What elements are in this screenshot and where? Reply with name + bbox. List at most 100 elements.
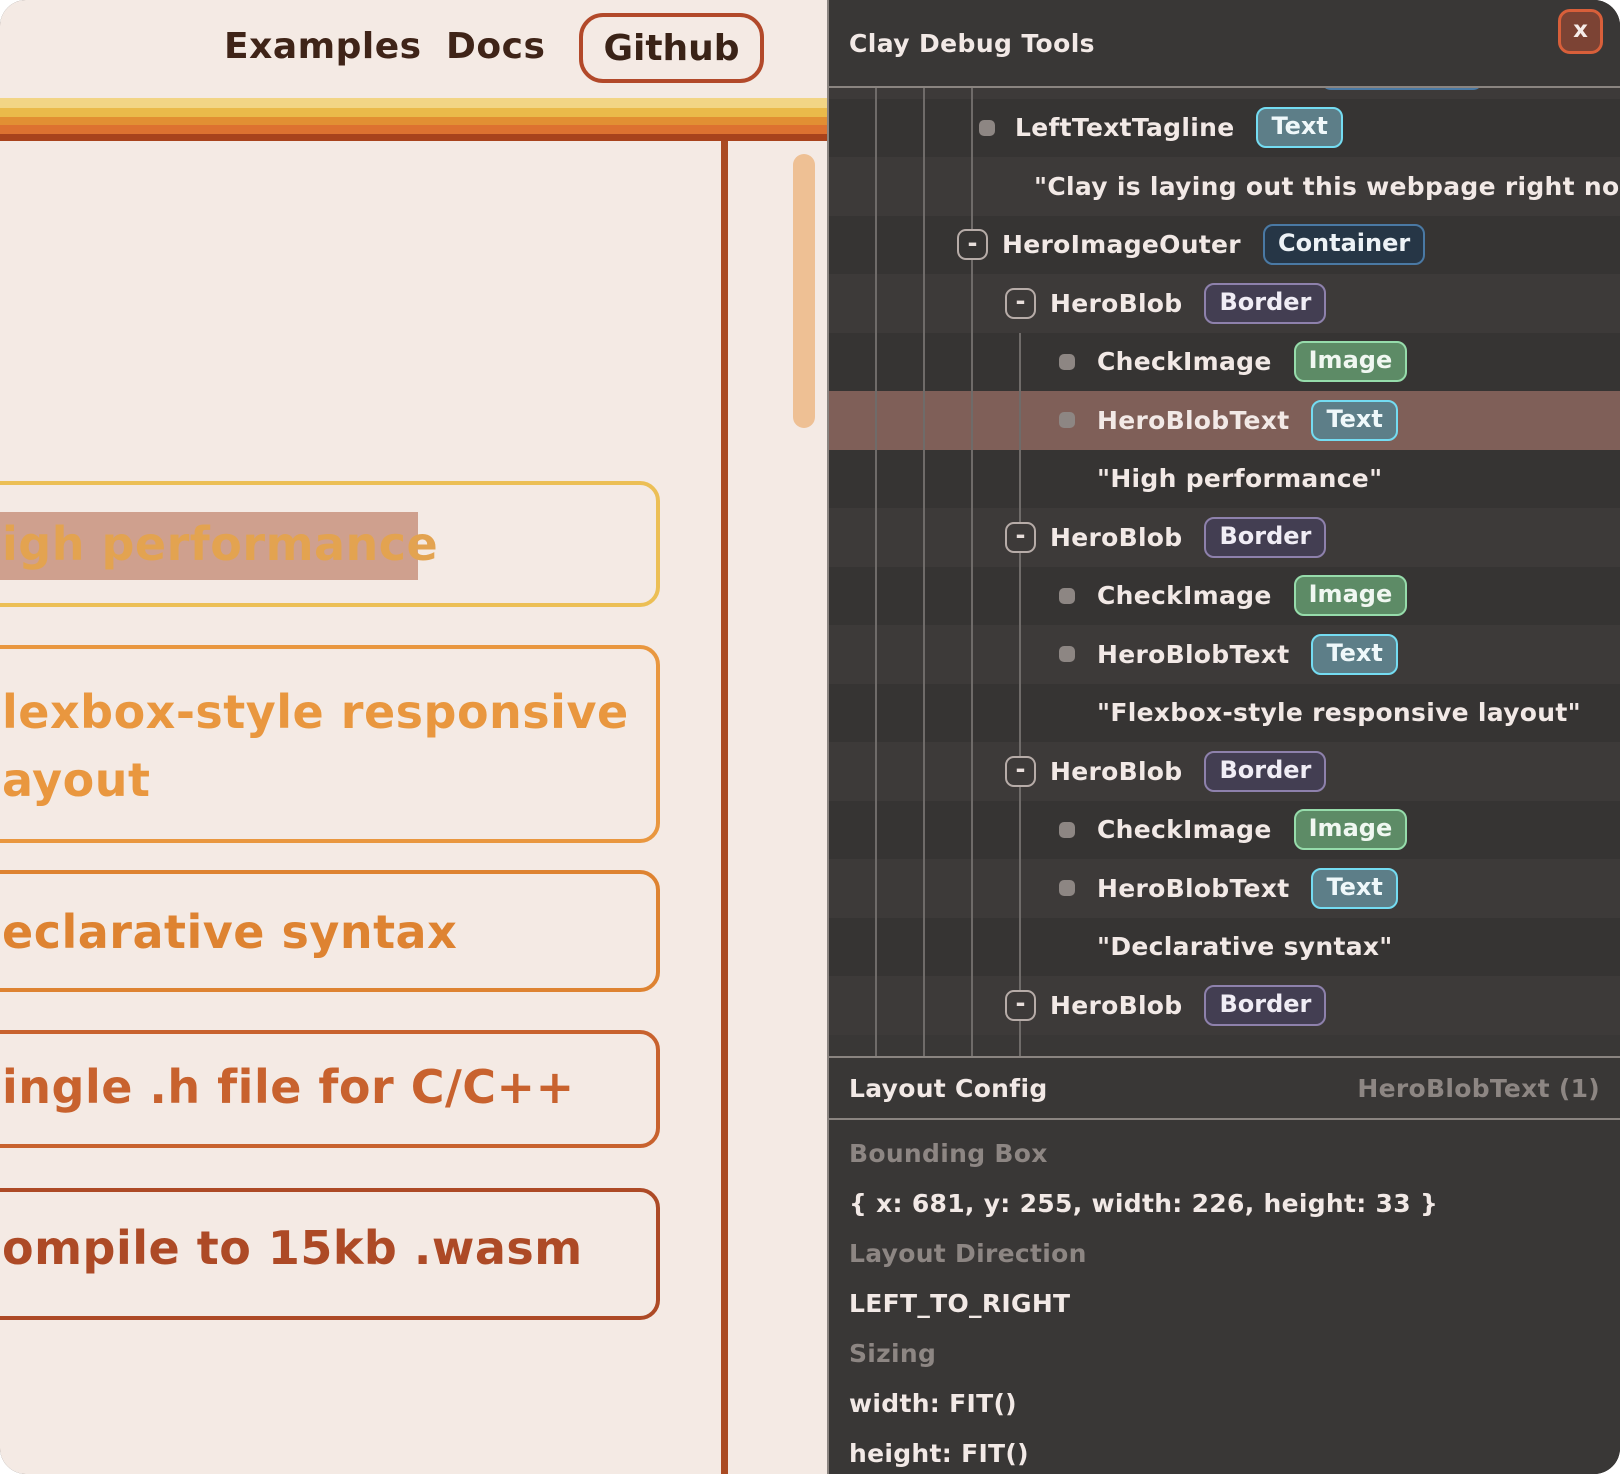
tree-row[interactable]: - HeroImageOuter Container (829, 216, 1620, 275)
node-label: HeroBlobText (1097, 640, 1289, 669)
layout-config-header: Layout Config HeroBlobText (1) (829, 1058, 1620, 1120)
type-tag-text: Text (1311, 400, 1397, 441)
tree-quote-row: "Clay is laying out this webpage right n… (829, 157, 1620, 216)
type-tag-text: Text (1256, 107, 1342, 148)
tree-row[interactable]: HeroBlobText Text (829, 859, 1620, 918)
bullet-icon (1059, 880, 1075, 896)
page-scrollbar-thumb[interactable] (793, 154, 815, 428)
node-label: CheckImage (1097, 347, 1272, 376)
tree-row[interactable]: HeroBlobText Text (829, 625, 1620, 684)
collapse-button[interactable]: - (1005, 288, 1036, 319)
stripe-band (0, 108, 827, 117)
sizing-width-value: width: FIT() (849, 1378, 1620, 1428)
tree-quote-row: "High performance" (829, 450, 1620, 509)
page-navbar: Examples Docs Github (0, 0, 827, 98)
type-tag-container: Container (1263, 224, 1425, 265)
tree-row[interactable]: LandingPageSpacer Container (829, 88, 1620, 99)
type-tag-text: Text (1311, 868, 1397, 909)
collapse-button[interactable]: - (957, 229, 988, 260)
collapse-button[interactable]: - (1005, 990, 1036, 1021)
gradient-stripe (0, 98, 827, 141)
debug-panel: Clay Debug Tools x LandingPageSpacer Con… (827, 0, 1620, 1474)
type-tag-text: Text (1311, 634, 1397, 675)
node-label: HeroImageOuter (1002, 230, 1241, 259)
card-text: lexbox-style responsive ayout (2, 678, 629, 814)
card-text-line: lexbox-style responsive (2, 678, 629, 746)
card-text: igh performance (2, 517, 438, 571)
text-content: "High performance" (1097, 464, 1382, 493)
tree-row[interactable]: - HeroBlob Border (829, 976, 1620, 1035)
bullet-icon (1059, 646, 1075, 662)
type-tag-border: Border (1204, 751, 1326, 792)
type-tag-image: Image (1294, 809, 1408, 850)
type-tag-border: Border (1204, 985, 1326, 1026)
node-label: HeroBlobText (1097, 874, 1289, 903)
element-tree: LandingPageSpacer Container LeftTextTagl… (829, 88, 1620, 1056)
tree-row[interactable]: - HeroBlob Border (829, 274, 1620, 333)
card-text: ompile to 15kb .wasm (2, 1221, 583, 1275)
bounding-box-value: { x: 681, y: 255, width: 226, height: 33… (849, 1178, 1620, 1228)
page-vertical-divider (721, 141, 728, 1474)
bullet-icon (1059, 354, 1075, 370)
bullet-icon (1059, 588, 1075, 604)
panel-title: Clay Debug Tools (849, 29, 1095, 58)
type-tag-container: Container (1321, 88, 1483, 90)
card-text-line: ayout (2, 746, 629, 814)
type-tag-border: Border (1204, 517, 1326, 558)
type-tag-image: Image (1294, 575, 1408, 616)
indent-guide-line (875, 88, 877, 1056)
indent-guide-line (1019, 333, 1021, 1056)
indent-guide-line (923, 88, 925, 1056)
tree-row[interactable]: CheckImage Image (829, 567, 1620, 626)
github-button[interactable]: Github (579, 13, 764, 83)
layout-direction-value: LEFT_TO_RIGHT (849, 1278, 1620, 1328)
text-content: "Clay is laying out this webpage right n… (1034, 172, 1620, 201)
card-text: eclarative syntax (2, 905, 457, 959)
bullet-icon (1059, 412, 1075, 428)
node-label: CheckImage (1097, 815, 1272, 844)
node-label: HeroBlob (1050, 289, 1182, 318)
element-tree-rows: LandingPageSpacer Container LeftTextTagl… (829, 88, 1620, 1035)
node-label: CheckImage (1097, 581, 1272, 610)
tree-row[interactable]: - HeroBlob Border (829, 742, 1620, 801)
tree-row[interactable]: CheckImage Image (829, 333, 1620, 392)
text-content: "Flexbox-style responsive layout" (1097, 698, 1581, 727)
collapse-button[interactable]: - (1005, 756, 1036, 787)
debug-panel-header: Clay Debug Tools x (829, 0, 1620, 88)
tree-row[interactable]: CheckImage Image (829, 801, 1620, 860)
bounding-box-label: Bounding Box (849, 1128, 1620, 1178)
collapse-button[interactable]: - (1005, 522, 1036, 553)
bullet-icon (1059, 822, 1075, 838)
text-content: "Declarative syntax" (1097, 932, 1393, 961)
type-tag-border: Border (1204, 283, 1326, 324)
node-label: HeroBlobText (1097, 406, 1289, 435)
tree-row[interactable]: - HeroBlob Border (829, 508, 1620, 567)
stripe-band (0, 117, 827, 125)
tree-quote-row: "Declarative syntax" (829, 918, 1620, 977)
node-label: HeroBlob (1050, 991, 1182, 1020)
nav-link-docs[interactable]: Docs (446, 26, 545, 67)
stripe-band (0, 125, 827, 134)
close-button[interactable]: x (1558, 9, 1603, 54)
layout-direction-label: Layout Direction (849, 1228, 1620, 1278)
sizing-height-value: height: FIT() (849, 1428, 1620, 1474)
stripe-band (0, 134, 827, 141)
stripe-band (0, 98, 827, 108)
card-text: ingle .h file for C/C++ (2, 1060, 575, 1114)
layout-config-body: Bounding Box { x: 681, y: 255, width: 22… (829, 1120, 1620, 1474)
tree-row-selected[interactable]: HeroBlobText Text (829, 391, 1620, 450)
app-window: Examples Docs Github igh performance lex… (0, 0, 1620, 1474)
type-tag-image: Image (1294, 341, 1408, 382)
node-label: HeroBlob (1050, 757, 1182, 786)
node-label: LeftTextTagline (1015, 113, 1234, 142)
node-label: HeroBlob (1050, 523, 1182, 552)
clay-webpage: Examples Docs Github igh performance lex… (0, 0, 827, 1474)
sizing-label: Sizing (849, 1328, 1620, 1378)
nav-link-examples[interactable]: Examples (224, 26, 422, 67)
tree-quote-row: "Flexbox-style responsive layout" (829, 684, 1620, 743)
tree-row[interactable]: LeftTextTagline Text (829, 99, 1620, 158)
selected-element-name: HeroBlobText (1) (1357, 1074, 1600, 1103)
layout-config-title: Layout Config (849, 1074, 1048, 1103)
bullet-icon (979, 120, 995, 136)
layout-config-section: Layout Config HeroBlobText (1) Bounding … (829, 1056, 1620, 1474)
